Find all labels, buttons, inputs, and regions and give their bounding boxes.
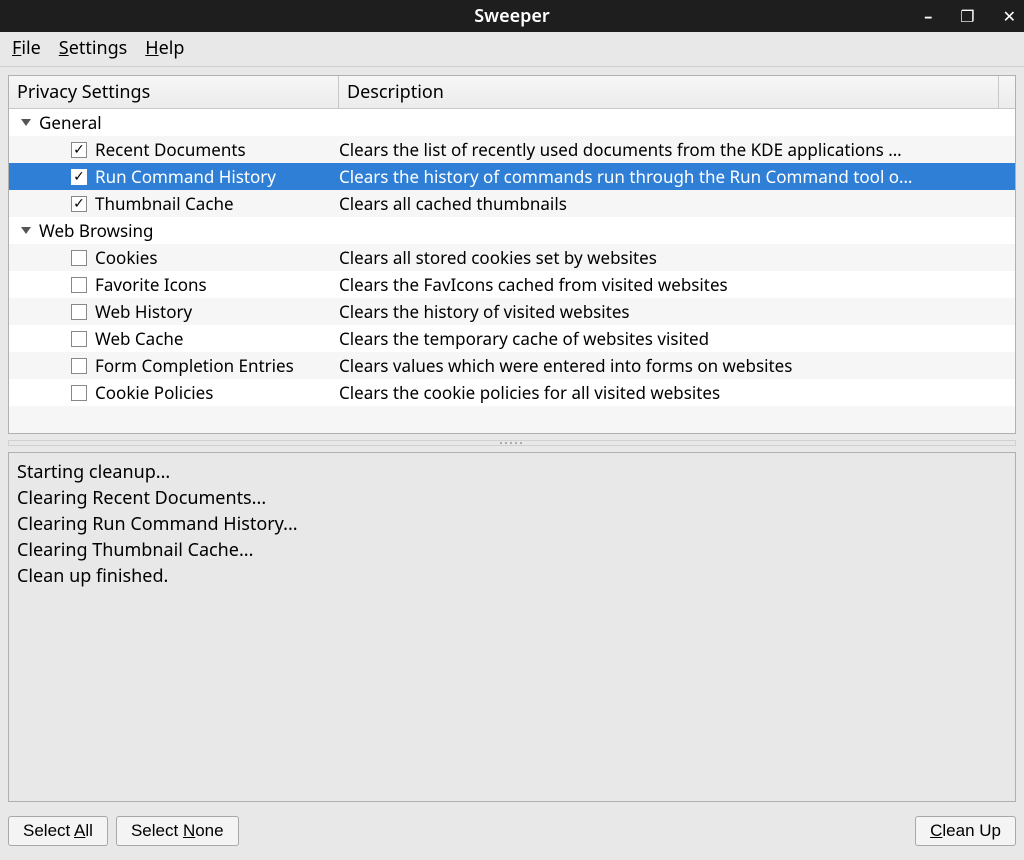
menu-file-rest: ile — [21, 36, 40, 60]
button-bar: Select All Select None Clean Up — [0, 810, 1024, 854]
tree-item[interactable]: Recent Documents Clears the list of recen… — [9, 136, 1015, 163]
group-label: Web Browsing — [39, 219, 153, 242]
menubar: File Settings Help — [0, 32, 1024, 67]
log-output[interactable]: Starting cleanup... Clearing Recent Docu… — [8, 452, 1016, 802]
checkbox[interactable] — [71, 250, 87, 266]
tree-group[interactable]: General — [9, 109, 1015, 136]
item-label: Recent Documents — [95, 138, 246, 161]
tree-blank-row — [9, 406, 1015, 433]
checkbox[interactable] — [71, 385, 87, 401]
item-description: Clears the history of commands run throu… — [339, 165, 1015, 188]
menu-settings-rest: ettings — [69, 36, 128, 60]
expander-icon[interactable] — [13, 227, 33, 234]
item-description: Clears all stored cookies set by website… — [339, 246, 1015, 269]
tree-item[interactable]: Favorite Icons Clears the FavIcons cached… — [9, 271, 1015, 298]
tree-item[interactable]: Cookies Clears all stored cookies set by … — [9, 244, 1015, 271]
select-none-button[interactable]: Select None — [116, 816, 239, 846]
checkbox[interactable] — [71, 277, 87, 293]
splitter-dots-icon: ••••• — [499, 438, 524, 449]
item-label: Thumbnail Cache — [95, 192, 234, 215]
menu-help-rest: elp — [159, 36, 185, 60]
tree-group[interactable]: Web Browsing — [9, 217, 1015, 244]
tree-item[interactable]: Form Completion Entries Clears values whi… — [9, 352, 1015, 379]
item-description: Clears all cached thumbnails — [339, 192, 1015, 215]
item-label: Web Cache — [95, 327, 183, 350]
checkbox[interactable] — [71, 169, 87, 185]
titlebar: Sweeper – ❐ ✕ — [0, 0, 1024, 32]
checkbox[interactable] — [71, 142, 87, 158]
tree-item[interactable]: Run Command History Clears the history of… — [9, 163, 1015, 190]
item-description: Clears the history of visited websites — [339, 300, 1015, 323]
checkbox[interactable] — [71, 196, 87, 212]
select-all-button[interactable]: Select All — [8, 816, 108, 846]
item-label: Run Command History — [95, 165, 276, 188]
splitter-handle[interactable]: ••••• — [8, 440, 1016, 446]
window-title: Sweeper — [0, 4, 1024, 28]
item-description: Clears values which were entered into fo… — [339, 354, 1015, 377]
item-label: Cookies — [95, 246, 158, 269]
item-label: Favorite Icons — [95, 273, 207, 296]
tree-header: Privacy Settings Description — [9, 76, 1015, 109]
checkbox[interactable] — [71, 304, 87, 320]
group-label: General — [39, 111, 102, 134]
item-description: Clears the cookie policies for all visit… — [339, 381, 1015, 404]
column-header-privacy[interactable]: Privacy Settings — [9, 76, 339, 108]
menu-settings[interactable]: Settings — [59, 36, 128, 60]
tree-item[interactable]: Cookie Policies Clears the cookie policie… — [9, 379, 1015, 406]
checkbox[interactable] — [71, 331, 87, 347]
item-description: Clears the list of recently used documen… — [339, 138, 1015, 161]
minimize-icon[interactable]: – — [924, 5, 932, 27]
menu-file[interactable]: File — [12, 36, 41, 60]
item-description: Clears the temporary cache of websites v… — [339, 327, 1015, 350]
expander-icon[interactable] — [13, 119, 33, 126]
tree-item[interactable]: Web Cache Clears the temporary cache of w… — [9, 325, 1015, 352]
item-label: Form Completion Entries — [95, 354, 294, 377]
close-icon[interactable]: ✕ — [1003, 5, 1016, 27]
menu-help[interactable]: Help — [145, 36, 184, 60]
item-label: Web History — [95, 300, 192, 323]
clean-up-button[interactable]: Clean Up — [915, 816, 1016, 846]
item-label: Cookie Policies — [95, 381, 213, 404]
item-description: Clears the FavIcons cached from visited … — [339, 273, 1015, 296]
column-header-spacer — [999, 76, 1015, 108]
tree-item[interactable]: Web History Clears the history of visited… — [9, 298, 1015, 325]
settings-tree[interactable]: Privacy Settings Description GeneralRece… — [8, 75, 1016, 434]
checkbox[interactable] — [71, 358, 87, 374]
column-header-description[interactable]: Description — [339, 76, 999, 108]
maximize-icon[interactable]: ❐ — [960, 5, 974, 27]
tree-item[interactable]: Thumbnail Cache Clears all cached thumbna… — [9, 190, 1015, 217]
